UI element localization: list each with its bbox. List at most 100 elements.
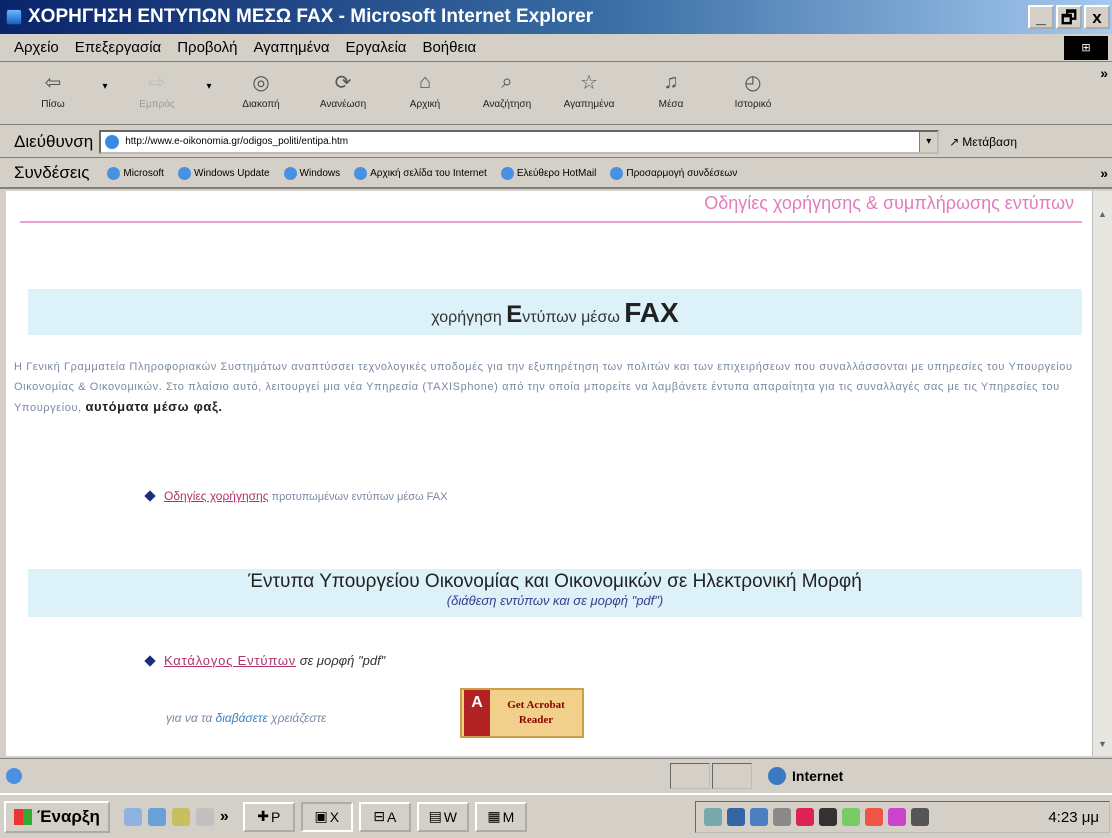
task-button[interactable]: ▦ M [474,801,527,832]
tray-antivirus-icon[interactable] [865,808,883,826]
task-label: P [270,808,281,825]
link-microsoft[interactable]: Microsoft [107,166,164,180]
stop-button[interactable]: ◎ Διακοπή [220,69,302,111]
tray-update-icon[interactable] [888,808,906,826]
go-button[interactable]: ↗ Μετάβαση [949,135,1017,149]
tray-camera-icon[interactable] [819,808,837,826]
toolbar-chevron-icon[interactable]: » [1100,65,1108,81]
quicklaunch-media-icon[interactable] [171,807,190,826]
menu-tools[interactable]: Εργαλεία [346,39,407,56]
quicklaunch-desktop-icon[interactable] [195,807,214,826]
address-dropdown-icon[interactable]: ▾ [919,131,938,152]
menu-edit[interactable]: Επεξεργασία [75,39,161,56]
read-link[interactable]: διαβάσετε [216,711,268,725]
tray-volume-icon[interactable] [773,808,791,826]
stop-label: Διακοπή [242,99,280,110]
fax-banner: χορήγηση Εντύπων μέσω FAX [28,289,1082,335]
link-label: Προσαρμογή συνδέσεων [626,167,738,179]
task-label: A [386,808,397,825]
task-button[interactable]: ✚ P [242,801,295,832]
history-label: Ιστορικό [734,99,772,110]
tray-sync-icon[interactable] [842,808,860,826]
link-page-icon [107,166,121,180]
go-arrow-icon: ↗ [949,134,960,149]
link-hotmail[interactable]: Ελεύθερο HotMail [500,166,596,180]
forward-dropdown-icon[interactable]: ▾ [198,69,220,92]
list-item: Κατάλογος Εντύπων σε μορφή "pdf" [144,653,386,668]
link-label: Windows Update [193,167,270,179]
address-input[interactable]: http://www.e-oikonomia.gr/odigos_politi/… [99,129,940,154]
quicklaunch-ie-icon[interactable] [123,807,142,826]
address-bar: Διεύθυνση http://www.e-oikonomia.gr/odig… [0,126,1112,158]
tray-monitor-icon[interactable] [750,808,768,826]
refresh-button[interactable]: ⟳ Ανανέωση [302,69,384,111]
links-bar: Συνδέσεις Microsoft Windows Update Windo… [0,159,1112,189]
menu-view[interactable]: Προβολή [177,39,237,56]
quicklaunch-more-icon[interactable]: » [220,808,229,826]
media-label: Μέσα [658,99,684,110]
standard-toolbar: ⇦ Πίσω ▾ ⇨ Εμπρός ▾ ◎ Διακοπή ⟳ Ανανέωση… [0,63,1112,125]
search-button[interactable]: ⌕ Αναζήτηση [466,69,548,111]
zone-label: Internet [792,768,844,784]
vertical-scrollbar[interactable]: ▲ ▼ [1092,191,1112,756]
link-windows[interactable]: Windows [283,166,340,180]
task-button-active[interactable]: ▣ X [300,801,353,832]
back-dropdown-icon[interactable]: ▾ [94,69,116,92]
task-button[interactable]: ▤ W [416,801,469,832]
close-button[interactable]: x [1084,5,1110,29]
excel-icon: ▣ [314,808,328,824]
read-suffix: χρειάζεστε [267,711,327,725]
tray-misc-icon[interactable] [911,808,929,826]
list-item: Οδηγίες χορήγησης προτυπωμένων εντύπων μ… [144,489,448,503]
menu-bar: Αρχείο Επεξεργασία Προβολή Αγαπημένα Εργ… [0,34,1112,62]
intro-paragraph: Η Γενική Γραμματεία Πληροφοριακών Συστημ… [14,357,1084,418]
favorites-button[interactable]: ☆ Αγαπημένα [548,69,630,111]
banner2-subtitle: (διάθεση εντύπων και σε μορφή "pdf") [446,593,664,608]
link-page-icon [283,166,297,180]
history-button[interactable]: ◴ Ιστορικό [712,69,794,111]
menu-file[interactable]: Αρχείο [14,39,59,56]
scroll-up-icon[interactable]: ▲ [1098,209,1107,219]
get-acrobat-reader-button[interactable]: A Get Acrobat Reader [460,688,584,738]
clock[interactable]: 4:23 μμ [1048,809,1099,826]
forms-catalog-link[interactable]: Κατάλογος Εντύπων [164,653,296,668]
bullet1-text: προτυπωμένων εντύπων μέσω FAX [271,491,448,503]
minimize-button[interactable]: _ [1028,5,1054,29]
link-label: Microsoft [123,167,164,179]
link-customize[interactable]: Προσαρμογή συνδέσεων [610,166,738,180]
menu-help[interactable]: Βοήθεια [422,39,476,56]
links-chevron-icon[interactable]: » [1100,165,1108,181]
banner2-title: Έντυπα Υπουργείου Οικονομίας και Οικονομ… [248,571,862,592]
bullet2-text: σε μορφή "pdf" [299,653,386,668]
start-button[interactable]: Έναρξη [4,800,110,833]
stop-icon: ◎ [252,71,270,94]
instructions-link[interactable]: Οδηγίες χορήγησης & συμπλήρωσης εντύπων [14,193,1082,219]
menu-favorites[interactable]: Αγαπημένα [253,39,329,56]
forward-label: Εμπρός [139,99,175,110]
search-icon: ⌕ [501,70,513,93]
quick-launch: » [123,807,229,826]
link-page-icon [500,166,514,180]
favorites-icon: ☆ [580,71,598,94]
task-label: M [502,808,515,825]
media-button[interactable]: ♫ Μέσα [630,69,712,111]
tray-app-icon[interactable] [796,808,814,826]
task-button[interactable]: ⊟ A [358,801,411,832]
quicklaunch-outlook-icon[interactable] [147,807,166,826]
tray-network-icon[interactable] [704,808,722,826]
restore-button[interactable]: 🗗 [1056,5,1082,29]
word-icon: ▤ [428,808,442,824]
home-button[interactable]: ⌂ Αρχική [384,69,466,111]
link-page-icon [354,166,368,180]
fax-instructions-link[interactable]: Οδηγίες χορήγησης [164,489,269,503]
scroll-down-icon[interactable]: ▼ [1098,739,1107,749]
back-button[interactable]: ⇦ Πίσω [12,69,94,111]
adobe-logo-icon: A [464,690,490,736]
forward-button[interactable]: ⇨ Εμπρός [116,69,198,111]
link-windows-update[interactable]: Windows Update [177,166,270,180]
favorites-label: Αγαπημένα [563,99,615,110]
link-internet-home[interactable]: Αρχική σελίδα του Internet [354,166,487,180]
page-status-icon [6,767,22,784]
access-icon: ⊟ [373,808,385,824]
tray-language-icon[interactable] [727,808,745,826]
